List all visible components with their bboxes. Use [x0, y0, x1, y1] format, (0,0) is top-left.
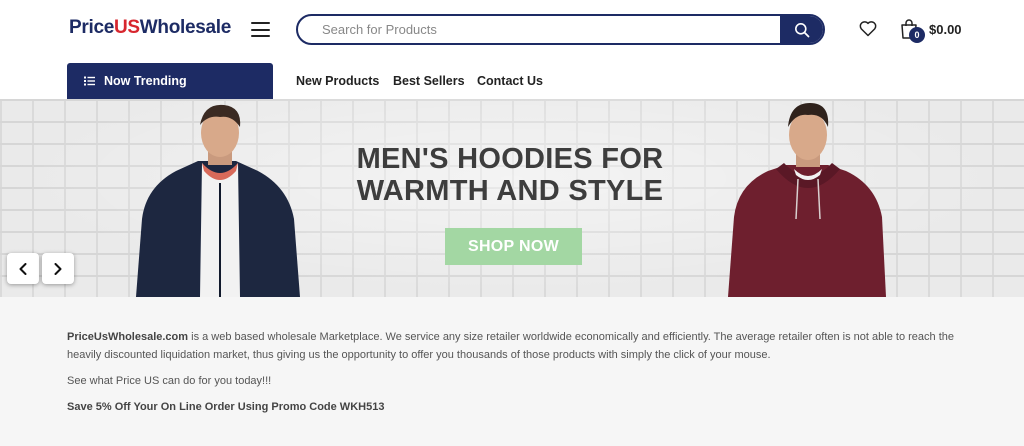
- nav-link-best-sellers[interactable]: Best Sellers: [393, 74, 465, 88]
- model-navy-hoodie-image: [136, 104, 300, 297]
- logo-text-us: US: [113, 17, 140, 38]
- site-header: PriceUSWholesale 0 $0.00: [0, 0, 1024, 60]
- menu-icon[interactable]: [251, 22, 270, 37]
- list-icon: [84, 76, 95, 86]
- search-bar: [296, 14, 825, 45]
- about-intro-text: is a web based wholesale Marketplace. We…: [67, 331, 954, 361]
- hero-title: MEN'S HOODIES FOR WARMTH AND STYLE: [340, 143, 680, 207]
- search-input[interactable]: [298, 16, 782, 43]
- heart-icon[interactable]: [859, 20, 877, 37]
- hero-title-line-1: MEN'S HOODIES FOR: [356, 143, 664, 175]
- nav-link-new-products[interactable]: New Products: [296, 74, 379, 88]
- now-trending-button[interactable]: Now Trending: [67, 63, 273, 99]
- model-maroon-hoodie-image: [728, 103, 886, 297]
- promo-code-text: Save 5% Off Your On Line Order Using Pro…: [67, 401, 385, 413]
- nav-link-contact-us[interactable]: Contact Us: [477, 74, 543, 88]
- hero-banner: MEN'S HOODIES FOR WARMTH AND STYLE SHOP …: [0, 99, 1024, 297]
- logo-text-price: Price: [69, 17, 114, 38]
- about-section: PriceUsWholesale.com is a web based whol…: [0, 297, 1024, 446]
- about-site-name: PriceUsWholesale.com: [67, 331, 189, 343]
- logo-text-wholesale: Wholesale: [139, 17, 232, 38]
- site-logo[interactable]: PriceUSWholesale: [69, 17, 231, 39]
- hero-title-line-2: WARMTH AND STYLE: [356, 175, 664, 207]
- chevron-left-icon: [19, 262, 27, 275]
- about-cta-text: See what Price US can do for you today!!…: [67, 375, 272, 387]
- search-icon: [794, 22, 809, 37]
- cart-count-badge: 0: [909, 27, 925, 43]
- search-button[interactable]: [780, 16, 823, 43]
- chevron-right-icon: [54, 262, 62, 275]
- about-intro-paragraph: PriceUsWholesale.com is a web based whol…: [67, 328, 957, 364]
- cart-total[interactable]: $0.00: [929, 22, 962, 37]
- shop-now-button[interactable]: SHOP NOW: [445, 228, 582, 265]
- carousel-prev-button[interactable]: [7, 253, 39, 284]
- now-trending-label: Now Trending: [104, 74, 187, 88]
- carousel-next-button[interactable]: [42, 253, 74, 284]
